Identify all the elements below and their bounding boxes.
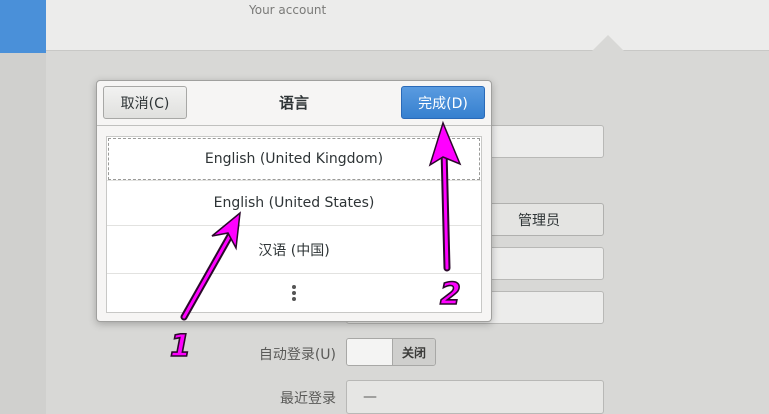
account-type-admin-label: 管理员 bbox=[518, 212, 560, 229]
language-label: English (United States) bbox=[213, 195, 375, 211]
auto-login-label: 自动登录(U) bbox=[258, 347, 336, 363]
more-languages-button[interactable] bbox=[107, 274, 481, 312]
cancel-button[interactable]: 取消(C) bbox=[103, 86, 187, 119]
language-row-zh-cn[interactable]: 汉语 (中国) bbox=[107, 226, 481, 274]
switch-state-label: 关闭 bbox=[393, 339, 435, 365]
done-button[interactable]: 完成(D) bbox=[401, 86, 485, 119]
header-area: Your account bbox=[46, 0, 769, 51]
language-label: English (United Kingdom) bbox=[204, 150, 384, 167]
language-label: 汉语 (中国) bbox=[258, 242, 330, 259]
header-subtitle: Your account bbox=[249, 3, 327, 17]
last-login-label: 最近登录 bbox=[280, 391, 336, 407]
vertical-ellipsis-icon bbox=[292, 285, 296, 301]
language-row-en-gb[interactable]: English (United Kingdom) bbox=[107, 137, 481, 181]
panel-pointer-arrow bbox=[592, 35, 624, 51]
auto-login-switch[interactable]: 关闭 bbox=[346, 338, 436, 366]
language-list: English (United Kingdom) English (United… bbox=[106, 136, 482, 313]
settings-sidebar bbox=[0, 0, 46, 414]
language-row-en-us[interactable]: English (United States) bbox=[107, 181, 481, 226]
sidebar-selected-item[interactable] bbox=[0, 0, 46, 53]
last-login-button[interactable]: — bbox=[346, 380, 604, 414]
account-type-admin-button[interactable]: 管理员 bbox=[474, 203, 604, 236]
language-dialog: 取消(C) 语言 完成(D) English (United Kingdom) … bbox=[96, 80, 492, 322]
dialog-header: 取消(C) 语言 完成(D) bbox=[97, 81, 491, 126]
switch-knob bbox=[347, 339, 393, 365]
